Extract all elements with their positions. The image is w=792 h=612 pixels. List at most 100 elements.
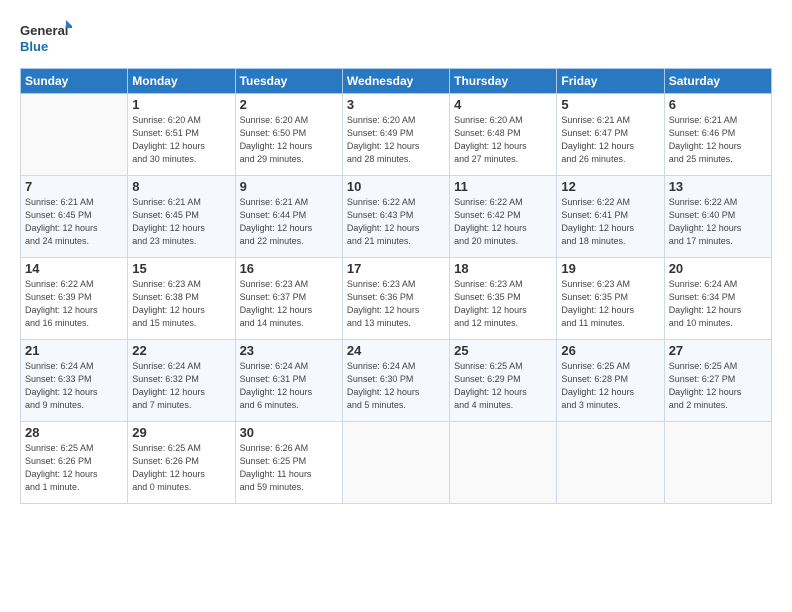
logo-svg: General Blue: [20, 18, 72, 58]
day-info: Sunrise: 6:24 AMSunset: 6:30 PMDaylight:…: [347, 360, 445, 412]
calendar-cell: 21 Sunrise: 6:24 AMSunset: 6:33 PMDayligh…: [21, 340, 128, 422]
calendar-cell: 16 Sunrise: 6:23 AMSunset: 6:37 PMDayligh…: [235, 258, 342, 340]
day-info: Sunrise: 6:21 AMSunset: 6:46 PMDaylight:…: [669, 114, 767, 166]
day-info: Sunrise: 6:24 AMSunset: 6:34 PMDaylight:…: [669, 278, 767, 330]
calendar-week-row: 28 Sunrise: 6:25 AMSunset: 6:26 PMDayligh…: [21, 422, 772, 504]
calendar-week-row: 21 Sunrise: 6:24 AMSunset: 6:33 PMDayligh…: [21, 340, 772, 422]
day-number: 19: [561, 261, 659, 276]
calendar-cell: 22 Sunrise: 6:24 AMSunset: 6:32 PMDayligh…: [128, 340, 235, 422]
day-info: Sunrise: 6:25 AMSunset: 6:26 PMDaylight:…: [25, 442, 123, 494]
weekday-header: Wednesday: [342, 69, 449, 94]
day-info: Sunrise: 6:26 AMSunset: 6:25 PMDaylight:…: [240, 442, 338, 494]
calendar-cell: 15 Sunrise: 6:23 AMSunset: 6:38 PMDayligh…: [128, 258, 235, 340]
day-number: 22: [132, 343, 230, 358]
day-number: 7: [25, 179, 123, 194]
day-info: Sunrise: 6:20 AMSunset: 6:50 PMDaylight:…: [240, 114, 338, 166]
day-info: Sunrise: 6:22 AMSunset: 6:41 PMDaylight:…: [561, 196, 659, 248]
day-number: 26: [561, 343, 659, 358]
header: General Blue: [20, 18, 772, 58]
day-info: Sunrise: 6:23 AMSunset: 6:38 PMDaylight:…: [132, 278, 230, 330]
calendar-cell: 18 Sunrise: 6:23 AMSunset: 6:35 PMDayligh…: [450, 258, 557, 340]
day-info: Sunrise: 6:20 AMSunset: 6:49 PMDaylight:…: [347, 114, 445, 166]
weekday-header: Tuesday: [235, 69, 342, 94]
calendar-cell: 9Sunrise: 6:21 AMSunset: 6:44 PMDaylight…: [235, 176, 342, 258]
day-info: Sunrise: 6:20 AMSunset: 6:51 PMDaylight:…: [132, 114, 230, 166]
day-info: Sunrise: 6:22 AMSunset: 6:43 PMDaylight:…: [347, 196, 445, 248]
calendar-week-row: 1 Sunrise: 6:20 AMSunset: 6:51 PMDaylight…: [21, 94, 772, 176]
day-number: 28: [25, 425, 123, 440]
day-number: 16: [240, 261, 338, 276]
day-info: Sunrise: 6:24 AMSunset: 6:32 PMDaylight:…: [132, 360, 230, 412]
page: General Blue SundayMondayTuesdayWednesda…: [0, 0, 792, 612]
calendar-cell: 10 Sunrise: 6:22 AMSunset: 6:43 PMDayligh…: [342, 176, 449, 258]
day-number: 13: [669, 179, 767, 194]
calendar-cell: 20 Sunrise: 6:24 AMSunset: 6:34 PMDayligh…: [664, 258, 771, 340]
calendar-cell: 7 Sunrise: 6:21 AMSunset: 6:45 PMDaylight…: [21, 176, 128, 258]
weekday-header: Monday: [128, 69, 235, 94]
day-info: Sunrise: 6:23 AMSunset: 6:35 PMDaylight:…: [454, 278, 552, 330]
calendar-cell: 12 Sunrise: 6:22 AMSunset: 6:41 PMDayligh…: [557, 176, 664, 258]
calendar-cell: 13 Sunrise: 6:22 AMSunset: 6:40 PMDayligh…: [664, 176, 771, 258]
day-number: 4: [454, 97, 552, 112]
calendar-cell: 27 Sunrise: 6:25 AMSunset: 6:27 PMDayligh…: [664, 340, 771, 422]
day-number: 3: [347, 97, 445, 112]
day-number: 1: [132, 97, 230, 112]
calendar-cell: 5 Sunrise: 6:21 AMSunset: 6:47 PMDaylight…: [557, 94, 664, 176]
svg-text:Blue: Blue: [20, 39, 48, 54]
weekday-header: Saturday: [664, 69, 771, 94]
day-info: Sunrise: 6:22 AMSunset: 6:39 PMDaylight:…: [25, 278, 123, 330]
day-info: Sunrise: 6:21 AMSunset: 6:45 PMDaylight:…: [132, 196, 230, 248]
day-number: 5: [561, 97, 659, 112]
calendar-week-row: 14 Sunrise: 6:22 AMSunset: 6:39 PMDayligh…: [21, 258, 772, 340]
day-number: 15: [132, 261, 230, 276]
day-info: Sunrise: 6:20 AMSunset: 6:48 PMDaylight:…: [454, 114, 552, 166]
calendar-week-row: 7 Sunrise: 6:21 AMSunset: 6:45 PMDaylight…: [21, 176, 772, 258]
day-info: Sunrise: 6:25 AMSunset: 6:29 PMDaylight:…: [454, 360, 552, 412]
day-number: 30: [240, 425, 338, 440]
day-number: 23: [240, 343, 338, 358]
calendar-cell: [664, 422, 771, 504]
day-number: 18: [454, 261, 552, 276]
calendar-cell: 28 Sunrise: 6:25 AMSunset: 6:26 PMDayligh…: [21, 422, 128, 504]
day-info: Sunrise: 6:23 AMSunset: 6:35 PMDaylight:…: [561, 278, 659, 330]
day-info: Sunrise: 6:22 AMSunset: 6:40 PMDaylight:…: [669, 196, 767, 248]
calendar-cell: 6Sunrise: 6:21 AMSunset: 6:46 PMDaylight…: [664, 94, 771, 176]
calendar-cell: 29 Sunrise: 6:25 AMSunset: 6:26 PMDayligh…: [128, 422, 235, 504]
svg-text:General: General: [20, 23, 68, 38]
logo: General Blue: [20, 18, 72, 58]
calendar-cell: [450, 422, 557, 504]
weekday-header: Friday: [557, 69, 664, 94]
day-number: 17: [347, 261, 445, 276]
day-info: Sunrise: 6:23 AMSunset: 6:37 PMDaylight:…: [240, 278, 338, 330]
day-number: 27: [669, 343, 767, 358]
calendar-cell: 26 Sunrise: 6:25 AMSunset: 6:28 PMDayligh…: [557, 340, 664, 422]
day-info: Sunrise: 6:21 AMSunset: 6:44 PMDaylight:…: [240, 196, 338, 248]
day-info: Sunrise: 6:22 AMSunset: 6:42 PMDaylight:…: [454, 196, 552, 248]
calendar: SundayMondayTuesdayWednesdayThursdayFrid…: [20, 68, 772, 504]
day-info: Sunrise: 6:24 AMSunset: 6:33 PMDaylight:…: [25, 360, 123, 412]
calendar-cell: [342, 422, 449, 504]
calendar-cell: 4 Sunrise: 6:20 AMSunset: 6:48 PMDaylight…: [450, 94, 557, 176]
day-info: Sunrise: 6:25 AMSunset: 6:28 PMDaylight:…: [561, 360, 659, 412]
day-info: Sunrise: 6:21 AMSunset: 6:45 PMDaylight:…: [25, 196, 123, 248]
day-number: 2: [240, 97, 338, 112]
day-info: Sunrise: 6:25 AMSunset: 6:26 PMDaylight:…: [132, 442, 230, 494]
calendar-cell: 24 Sunrise: 6:24 AMSunset: 6:30 PMDayligh…: [342, 340, 449, 422]
day-info: Sunrise: 6:25 AMSunset: 6:27 PMDaylight:…: [669, 360, 767, 412]
day-info: Sunrise: 6:24 AMSunset: 6:31 PMDaylight:…: [240, 360, 338, 412]
day-number: 24: [347, 343, 445, 358]
day-number: 14: [25, 261, 123, 276]
calendar-cell: 3 Sunrise: 6:20 AMSunset: 6:49 PMDaylight…: [342, 94, 449, 176]
calendar-cell: 1 Sunrise: 6:20 AMSunset: 6:51 PMDaylight…: [128, 94, 235, 176]
calendar-cell: 14 Sunrise: 6:22 AMSunset: 6:39 PMDayligh…: [21, 258, 128, 340]
day-number: 12: [561, 179, 659, 194]
calendar-cell: 19 Sunrise: 6:23 AMSunset: 6:35 PMDayligh…: [557, 258, 664, 340]
day-number: 20: [669, 261, 767, 276]
day-number: 21: [25, 343, 123, 358]
weekday-header: Sunday: [21, 69, 128, 94]
calendar-cell: 11Sunrise: 6:22 AMSunset: 6:42 PMDayligh…: [450, 176, 557, 258]
day-number: 29: [132, 425, 230, 440]
day-number: 10: [347, 179, 445, 194]
day-info: Sunrise: 6:21 AMSunset: 6:47 PMDaylight:…: [561, 114, 659, 166]
weekday-header: Thursday: [450, 69, 557, 94]
